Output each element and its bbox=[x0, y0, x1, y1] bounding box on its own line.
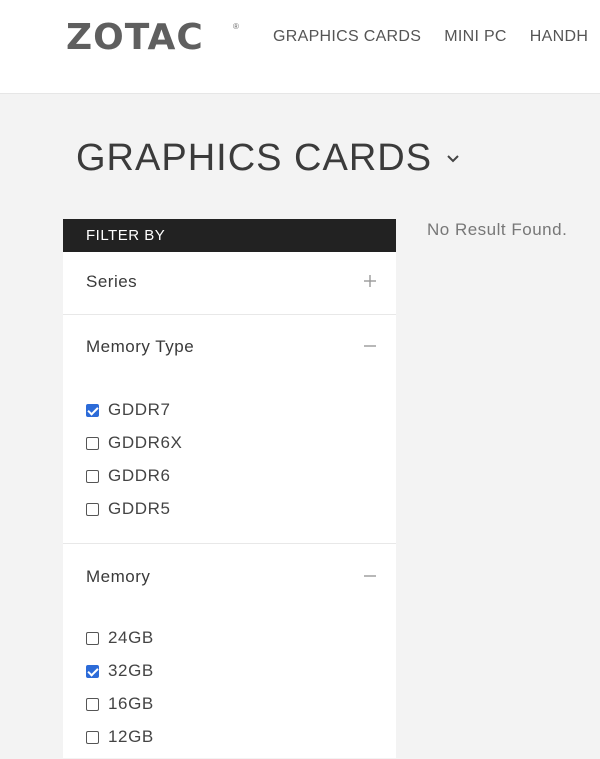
option-label: GDDR7 bbox=[108, 400, 171, 419]
filter-heading: FILTER BY bbox=[63, 219, 396, 252]
option-gddr6x[interactable]: GDDR6X bbox=[86, 433, 182, 453]
option-label: GDDR6X bbox=[108, 433, 183, 452]
section-title-memory[interactable]: Memory bbox=[86, 567, 150, 587]
option-gddr7[interactable]: GDDR7 bbox=[86, 400, 171, 420]
option-label: GDDR5 bbox=[108, 499, 171, 518]
option-label: 12GB bbox=[108, 727, 154, 746]
main-nav: GRAPHICS CARDS MINI PC HANDH bbox=[273, 28, 588, 46]
checkbox-32gb[interactable] bbox=[86, 664, 99, 678]
checkbox-gddr7[interactable] bbox=[86, 403, 99, 417]
page-title-dropdown[interactable]: GRAPHICS CARDS bbox=[76, 136, 460, 180]
no-result-message: No Result Found. bbox=[427, 220, 568, 239]
chevron-down-icon bbox=[447, 155, 459, 163]
option-gddr6[interactable]: GDDR6 bbox=[86, 466, 171, 486]
option-label: 32GB bbox=[108, 661, 154, 680]
filter-panel: FILTER BY Series Memory Type GDDR7 GDDR6… bbox=[63, 219, 396, 758]
checkbox-12gb[interactable] bbox=[86, 730, 99, 744]
option-label: 24GB bbox=[108, 628, 154, 647]
option-24gb[interactable]: 24GB bbox=[86, 628, 154, 648]
registered-mark: ® bbox=[233, 22, 239, 31]
zotac-logo[interactable]: ZOTAC bbox=[66, 18, 204, 58]
filter-section-memory: Memory 24GB 32GB 16GB 12GB bbox=[63, 544, 396, 759]
section-title-series: Series bbox=[86, 272, 138, 291]
checkbox-24gb[interactable] bbox=[86, 631, 99, 645]
filter-section-series[interactable]: Series bbox=[63, 252, 396, 315]
option-label: 16GB bbox=[108, 694, 154, 713]
filter-section-memory-type: Memory Type GDDR7 GDDR6X GDDR6 GDDR5 bbox=[63, 315, 396, 544]
checkbox-gddr5[interactable] bbox=[86, 502, 99, 516]
nav-item-graphics-cards[interactable]: GRAPHICS CARDS bbox=[273, 28, 421, 46]
checkbox-gddr6[interactable] bbox=[86, 469, 99, 483]
option-gddr5[interactable]: GDDR5 bbox=[86, 499, 171, 519]
option-label: GDDR6 bbox=[108, 466, 171, 485]
option-16gb[interactable]: 16GB bbox=[86, 694, 154, 714]
option-12gb[interactable]: 12GB bbox=[86, 727, 154, 747]
nav-item-handhelds[interactable]: HANDH bbox=[530, 28, 588, 46]
section-title-memory-type[interactable]: Memory Type bbox=[86, 337, 194, 357]
minus-icon[interactable] bbox=[364, 570, 376, 582]
nav-item-mini-pc[interactable]: MINI PC bbox=[444, 28, 507, 46]
checkbox-gddr6x[interactable] bbox=[86, 436, 99, 450]
page-title: GRAPHICS CARDS bbox=[76, 137, 433, 179]
option-32gb[interactable]: 32GB bbox=[86, 661, 154, 681]
site-header: ZOTAC ® GRAPHICS CARDS MINI PC HANDH bbox=[0, 0, 600, 94]
plus-icon[interactable] bbox=[364, 275, 376, 287]
checkbox-16gb[interactable] bbox=[86, 697, 99, 711]
minus-icon[interactable] bbox=[364, 340, 376, 352]
